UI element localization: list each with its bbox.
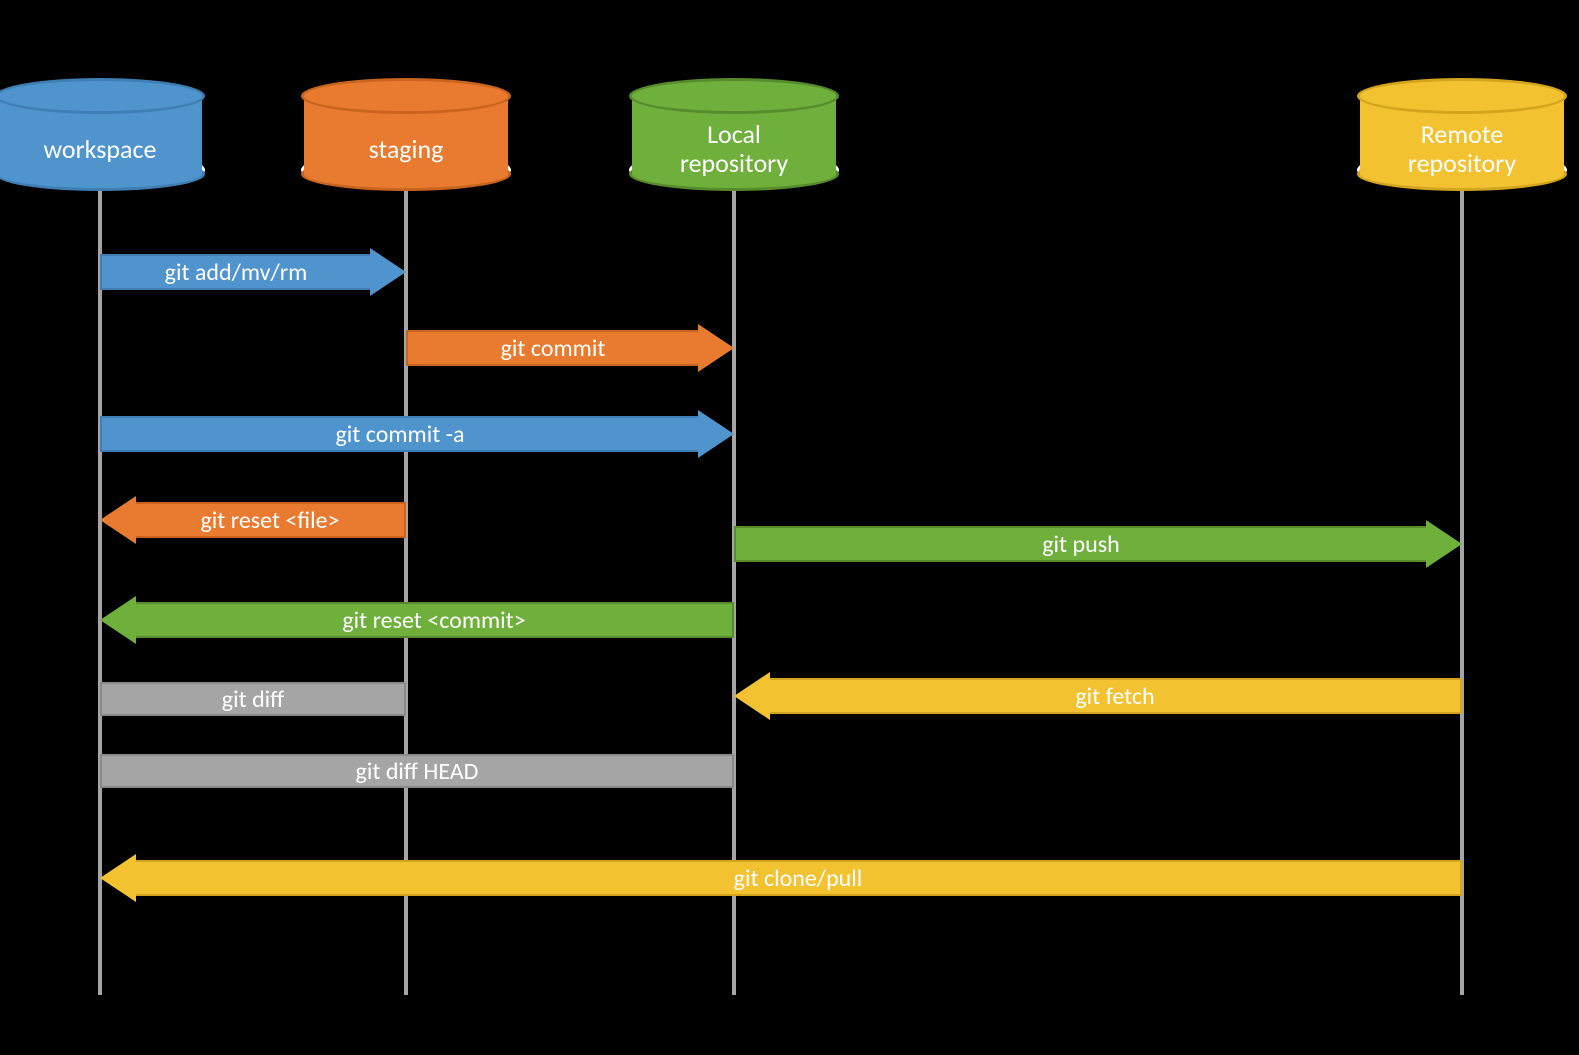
node-workspace: workspace — [0, 78, 205, 188]
arrow-git-clone-pull: git clone/pull — [100, 854, 1462, 902]
arrow-label: git add/mv/rm — [165, 258, 308, 287]
bar-git-diff: git diff — [100, 682, 406, 716]
node-label-workspace: workspace — [0, 110, 205, 188]
arrow-label: git reset <file> — [201, 506, 340, 535]
node-local: Localrepository — [629, 78, 839, 188]
node-label-remote: Remoterepository — [1357, 110, 1567, 188]
arrow-label: git reset <commit> — [342, 606, 525, 635]
git-flow-diagram: workspace staging Localrepository Remoterep… — [0, 0, 1579, 1055]
arrow-git-add-mv-rm: git add/mv/rm — [100, 248, 406, 296]
arrow-label: git fetch — [1075, 682, 1154, 711]
node-staging: staging — [301, 78, 511, 188]
arrow-label: git push — [1042, 530, 1119, 559]
arrow-git-fetch: git fetch — [734, 672, 1462, 720]
node-label-staging: staging — [301, 110, 511, 188]
arrow-git-reset-commit-: git reset <commit> — [100, 596, 734, 644]
node-label-local: Localrepository — [629, 110, 839, 188]
arrow-label: git commit -a — [335, 420, 464, 449]
arrow-git-commit: git commit — [406, 324, 734, 372]
bar-git-diff-head: git diff HEAD — [100, 754, 734, 788]
arrow-label: git commit — [501, 334, 606, 363]
arrow-label: git clone/pull — [734, 864, 863, 893]
arrow-git-reset-file-: git reset <file> — [100, 496, 406, 544]
bar-label: git diff HEAD — [356, 757, 479, 786]
arrow-git-push: git push — [734, 520, 1462, 568]
bar-label: git diff — [222, 685, 284, 714]
node-remote: Remoterepository — [1357, 78, 1567, 188]
arrow-git-commit-a: git commit -a — [100, 410, 734, 458]
